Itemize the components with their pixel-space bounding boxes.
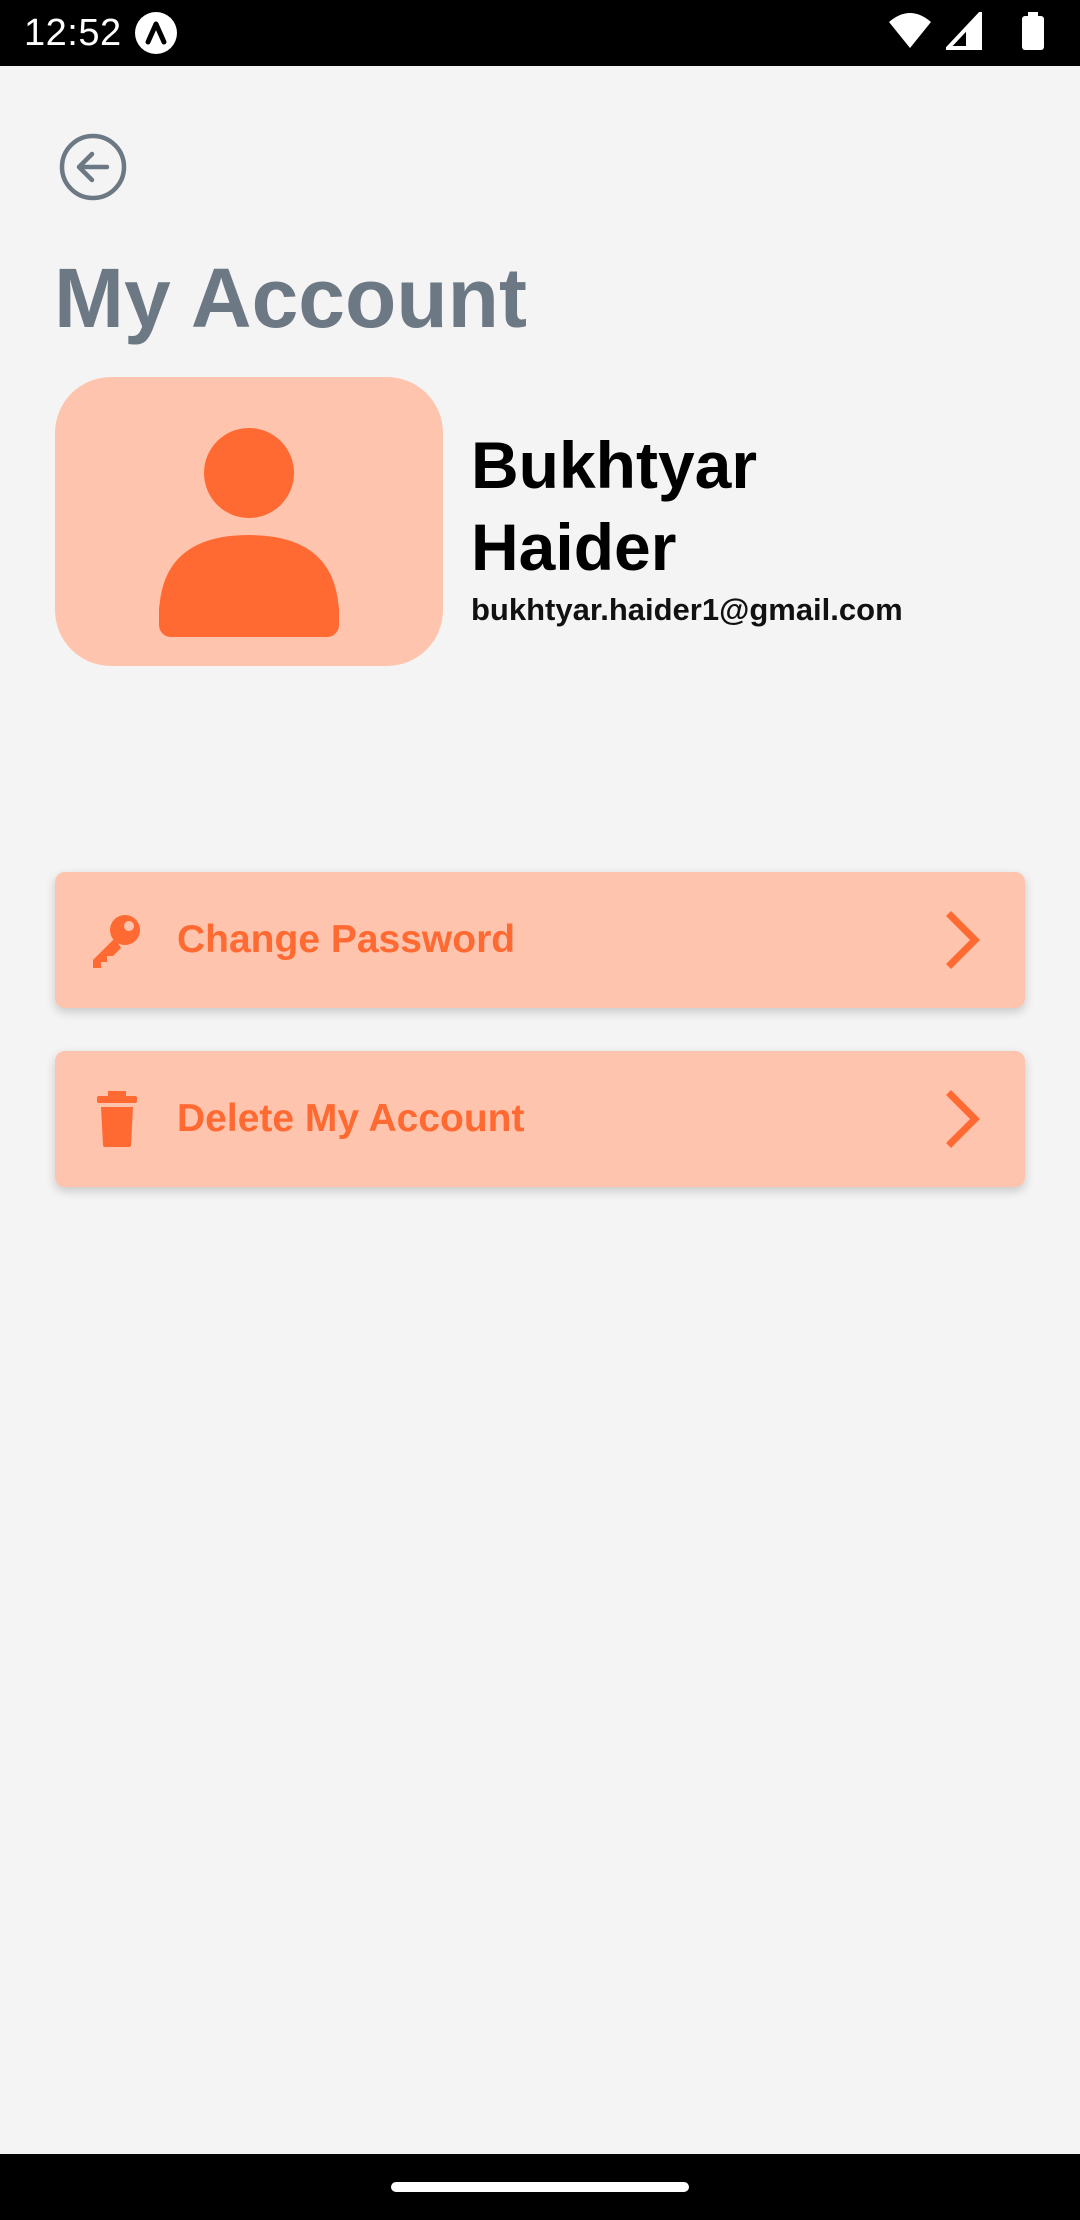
back-button[interactable] (58, 132, 128, 202)
delete-account-button[interactable]: Delete My Account (55, 1051, 1025, 1187)
profile-first-name: Bukhtyar (471, 428, 758, 502)
chevron-right-icon (946, 1090, 980, 1148)
arrow-left-circle-icon (59, 133, 127, 201)
profile-email: bukhtyar.haider1@gmail.com (471, 592, 903, 627)
status-time: 12:52 (24, 12, 122, 54)
person-icon (159, 428, 339, 637)
key-icon (93, 915, 140, 968)
delete-account-label: Delete My Account (177, 1097, 525, 1140)
app-notification-icon (135, 12, 177, 54)
navigation-bar (0, 2154, 1080, 2220)
trash-icon (97, 1091, 137, 1147)
change-password-button[interactable]: Change Password (55, 872, 1025, 1008)
change-password-label: Change Password (177, 918, 516, 961)
wifi-icon (889, 13, 931, 48)
chevron-right-icon (946, 911, 980, 969)
page-title: My Account (54, 251, 527, 345)
home-indicator[interactable] (391, 2182, 689, 2192)
avatar (55, 377, 443, 666)
profile-name: Bukhtyar Haider (471, 424, 1031, 588)
battery-icon (1022, 12, 1044, 50)
signal-icon (946, 12, 982, 50)
profile-last-name: Haider (471, 510, 677, 584)
status-bar: 12:52 (0, 0, 1080, 66)
